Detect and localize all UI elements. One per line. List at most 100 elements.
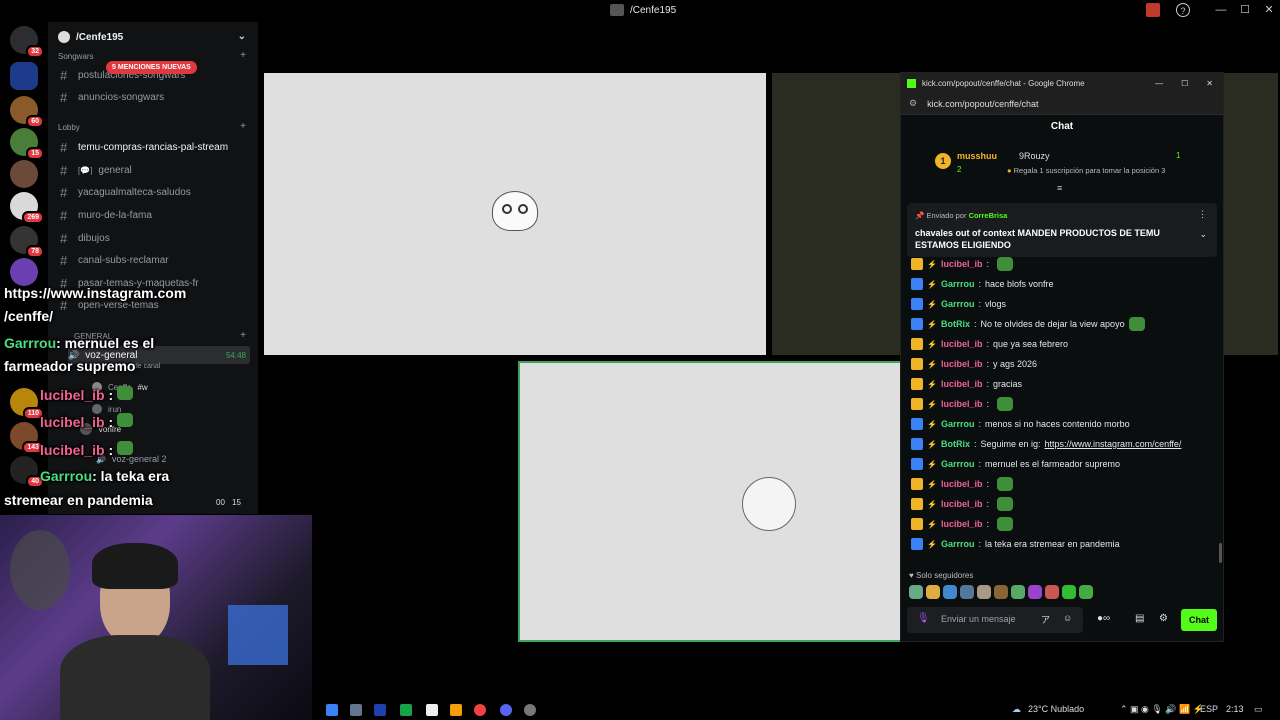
server-header[interactable]: /Cenfe195 ⌄ [48, 22, 258, 52]
maximize-button[interactable]: ☐ [1181, 79, 1188, 88]
collapse-icon[interactable]: ≡ [1057, 183, 1062, 193]
server-icon[interactable]: 78 [10, 226, 44, 258]
chat-message[interactable]: ⚡ Garrrou: menos si no haces contenido mor… [911, 415, 1211, 433]
store-icon[interactable]: ▤ [1135, 613, 1144, 624]
cloud-icon: ☁ [1012, 704, 1021, 714]
chat-username[interactable]: lucibel_ib [941, 359, 983, 369]
server-icon[interactable]: 40 [10, 456, 44, 488]
chat-username[interactable]: lucibel_ib [941, 519, 983, 529]
chat-username[interactable]: BotRix [941, 319, 970, 329]
close-button[interactable]: ✕ [1262, 3, 1276, 17]
channel-yacagualmalteca[interactable]: # yacagualmalteca-saludos [60, 183, 250, 201]
server-icon[interactable]: 15 [10, 128, 44, 160]
discord-icon[interactable] [500, 704, 512, 716]
minimize-button[interactable]: — [1214, 3, 1228, 17]
settings-icon[interactable]: ⚙ [1159, 613, 1168, 624]
chat-message[interactable]: ⚡ lucibel_ib: [911, 495, 1211, 513]
new-mentions-pill[interactable]: 5 MENCIONES NUEVAS [106, 61, 197, 74]
channel-muro-de-la-fama[interactable]: # muro-de-la-fama [60, 206, 250, 224]
category-songwars[interactable]: Songwars [58, 52, 94, 61]
notifications-icon[interactable]: ▭ [1254, 704, 1263, 715]
minimize-button[interactable]: — [1155, 79, 1163, 88]
leaderboard-user[interactable]: 9Rouzy [1019, 151, 1050, 161]
channel-general[interactable]: # [💬] general [60, 161, 250, 179]
chat-username[interactable]: BotRix [941, 439, 970, 449]
video-tile[interactable] [264, 73, 766, 355]
chat-username[interactable]: lucibel_ib [941, 399, 983, 409]
clock[interactable]: 2:13 [1226, 704, 1244, 714]
server-icon[interactable] [10, 258, 38, 286]
message-input[interactable]: 🎙 Enviar un mensaje ア ☺ [907, 607, 1083, 633]
more-options-icon[interactable]: ⋮ [1198, 209, 1207, 220]
emote-bar[interactable] [909, 585, 1109, 599]
language-indicator[interactable]: ESP [1200, 704, 1218, 714]
gift-sub-prompt[interactable]: ● Regala 1 suscripción para tomar la pos… [1007, 166, 1165, 175]
chat-username[interactable]: Garrrou [941, 419, 975, 429]
channel-dibujos[interactable]: # dibujos [60, 229, 250, 247]
help-icon[interactable]: ? [1176, 3, 1190, 17]
send-chat-button[interactable]: Chat [1181, 609, 1217, 631]
chat-username[interactable]: Garrrou [941, 459, 975, 469]
discord-home-icon[interactable]: 32 [10, 26, 44, 58]
obs-icon[interactable] [524, 704, 536, 716]
leaderboard-user[interactable]: musshuu [957, 151, 997, 161]
app-icon[interactable] [426, 704, 438, 716]
add-channel-icon[interactable]: + [240, 330, 246, 341]
chat-message[interactable]: ⚡ lucibel_ib: que ya sea febrero [911, 335, 1211, 353]
chat-message[interactable]: ⚡ Garrrou: la teka era stremear en pandemi… [911, 535, 1211, 553]
chevron-down-icon[interactable]: ⌄ [1199, 229, 1207, 240]
tray-icons[interactable]: ⌃ ▣ ◉ 🎙 🔊 📶 ⚡ [1120, 704, 1204, 715]
app-icon[interactable] [450, 704, 462, 716]
video-tile-active[interactable] [518, 361, 902, 642]
channel-canal-subs[interactable]: # canal-subs-reclamar [60, 251, 250, 269]
server-icon[interactable]: 143 [10, 422, 44, 454]
chat-message[interactable]: ⚡ lucibel_ib: gracias [911, 375, 1211, 393]
chat-message[interactable]: ⚡ lucibel_ib: y ags 2026 [911, 355, 1211, 373]
weather-text[interactable]: 23°C Nublado [1028, 704, 1084, 714]
url-bar[interactable]: ⚙ kick.com/popout/cenffe/chat [901, 93, 1223, 115]
separator: : [986, 479, 989, 489]
chat-message[interactable]: ⚡ Garrrou: mernuel es el farmeador supremo [911, 455, 1211, 473]
channel-temu-compras[interactable]: # temu-compras-rancias-pal-stream [60, 138, 250, 156]
chat-username[interactable]: lucibel_ib [941, 259, 983, 269]
server-icon[interactable]: 110 [10, 388, 44, 420]
chat-message[interactable]: ⚡ lucibel_ib: [911, 395, 1211, 413]
app-icon[interactable] [400, 704, 412, 716]
server-icon[interactable]: 60 [10, 96, 44, 128]
chat-message[interactable]: ⚡ lucibel_ib: [911, 255, 1211, 273]
emoji-icon[interactable]: ☺ [1063, 613, 1072, 623]
close-button[interactable]: ✕ [1206, 79, 1213, 88]
chat-message[interactable]: ⚡ lucibel_ib: [911, 515, 1211, 533]
mic-icon[interactable]: 🎙 [917, 613, 930, 624]
notification-icon[interactable] [1146, 3, 1160, 17]
chat-username[interactable]: lucibel_ib [941, 499, 983, 509]
chat-username[interactable]: lucibel_ib [941, 339, 983, 349]
add-channel-icon[interactable]: + [240, 121, 246, 132]
channel-anuncios-songwars[interactable]: # anuncios-songwars [60, 88, 250, 106]
chat-message[interactable]: ⚡ Garrrou: vlogs [911, 295, 1211, 313]
chat-username[interactable]: Garrrou [941, 299, 975, 309]
chat-username[interactable]: Garrrou [941, 279, 975, 289]
chat-message[interactable]: ⚡ BotRix: Seguime en ig: https://www.insta… [911, 435, 1211, 453]
category-lobby[interactable]: Lobby [58, 123, 80, 132]
points-icon[interactable]: ●∞ [1097, 613, 1110, 624]
pinned-message[interactable]: 📌 Enviado por CorreBrisa chavales out of… [907, 203, 1217, 257]
start-icon[interactable] [326, 704, 338, 716]
chat-message[interactable]: ⚡ Garrrou: hace blofs vonfre [911, 275, 1211, 293]
chat-username[interactable]: lucibel_ib [941, 479, 983, 489]
server-icon[interactable]: 269 [10, 192, 44, 224]
scrollbar[interactable] [1219, 543, 1222, 563]
chat-username[interactable]: Garrrou [941, 539, 975, 549]
chat-message[interactable]: ⚡ BotRix: No te olvides de dejar la view a… [911, 315, 1211, 333]
server-elite-icon[interactable] [10, 62, 38, 90]
add-channel-icon[interactable]: + [240, 50, 246, 61]
server-icon[interactable] [10, 160, 38, 188]
chat-username[interactable]: lucibel_ib [941, 379, 983, 389]
explorer-icon[interactable] [350, 704, 362, 716]
chat-message[interactable]: ⚡ lucibel_ib: [911, 475, 1211, 493]
steam-icon[interactable] [374, 704, 386, 716]
chat-link[interactable]: https://www.instagram.com/cenffe/ [1045, 439, 1182, 449]
translate-icon[interactable]: ア [1041, 613, 1050, 626]
maximize-button[interactable]: ☐ [1238, 3, 1252, 17]
chrome-icon[interactable] [474, 704, 486, 716]
